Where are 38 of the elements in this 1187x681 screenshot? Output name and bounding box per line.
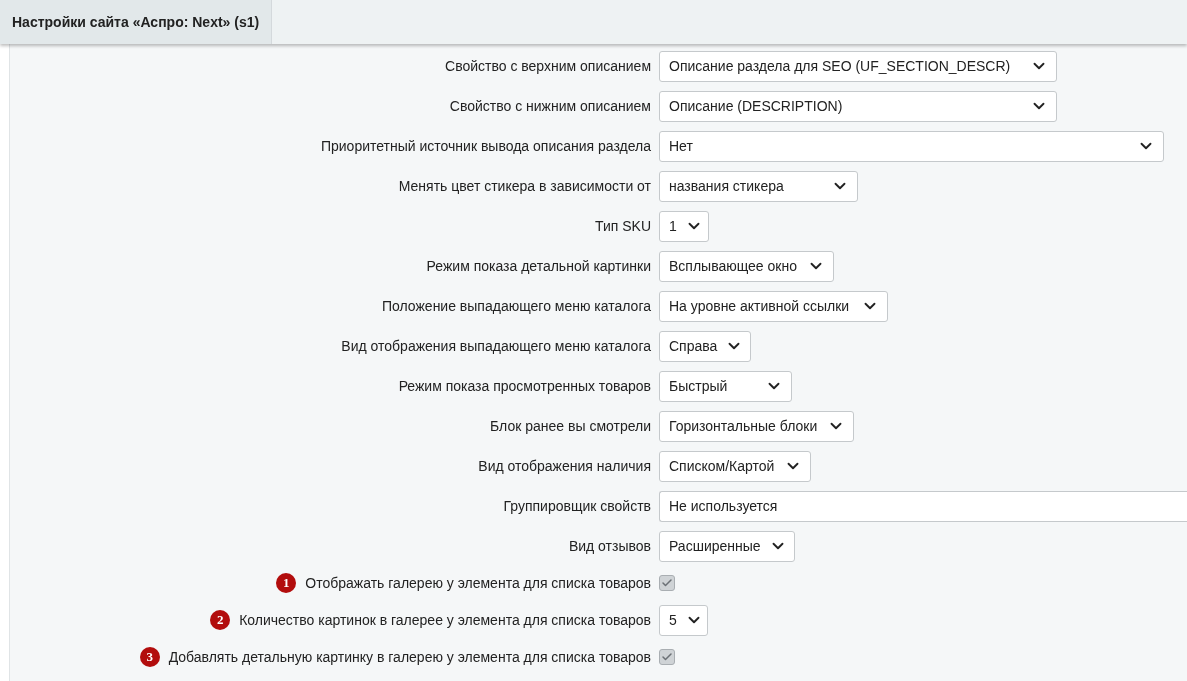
field-label: Режим показа просмотренных товаров <box>398 376 651 396</box>
checkmark-icon <box>661 577 673 589</box>
field-label: Вид отзывов <box>568 536 651 556</box>
field-label: Положение выпадающего меню каталога <box>382 296 651 316</box>
dropdown[interactable]: 5 <box>659 604 708 636</box>
checkmark-icon <box>661 651 673 663</box>
field-label: Вид отображения выпадающего меню каталога <box>341 336 651 356</box>
number-badge: 1 <box>276 573 297 593</box>
dropdown[interactable]: Списком/Картой <box>659 450 811 482</box>
dropdown[interactable]: Описание раздела для SEO (UF_SECTION_DESCR) <box>659 50 1057 82</box>
number-badge: 2 <box>210 610 231 630</box>
field-label: Блок ранее вы смотрели <box>490 416 651 436</box>
settings-tab[interactable]: Настройки сайта «Аспро: Next» (s1) <box>0 0 273 44</box>
dropdown[interactable]: Быстрый <box>659 370 792 402</box>
dropdown[interactable]: Расширенные <box>659 530 795 562</box>
field-label: Добавлять детальную картинку в галерею у элемента для списка товаров <box>168 647 651 667</box>
field-label: Режим показа детальной картинки <box>426 256 651 276</box>
field-label: Количество картинок в галерее у элемента для списка товаров <box>239 610 651 630</box>
field-label: Тип SKU <box>595 216 651 236</box>
dropdown[interactable]: На уровне активной ссылки <box>659 290 888 322</box>
field-label: Приоритетный источник вывода описания раздела <box>320 136 651 156</box>
field-label: Менять цвет стикера в зависимости от <box>398 176 651 196</box>
dropdown[interactable]: названия стикера <box>659 170 858 202</box>
dropdown[interactable]: Справа <box>659 330 751 362</box>
number-badge: 3 <box>139 647 160 667</box>
checkbox[interactable] <box>659 649 675 665</box>
text-field[interactable]: Не используется <box>659 490 1187 522</box>
field-label: Свойство с нижним описанием <box>449 96 651 116</box>
dropdown[interactable]: Нет <box>659 130 1164 162</box>
dropdown[interactable]: Описание (DESCRIPTION) <box>659 90 1057 122</box>
field-label: Группировщик свойств <box>503 496 651 516</box>
dropdown[interactable]: Горизонтальные блоки <box>659 410 854 442</box>
dropdown[interactable]: Всплывающее окно <box>659 250 834 282</box>
dropdown[interactable]: 1 <box>659 210 709 242</box>
checkbox[interactable] <box>659 575 675 591</box>
field-label: Отображать галерею у элемента для списка товаров <box>305 573 651 593</box>
field-label: Свойство с верхним описанием <box>445 56 651 76</box>
field-label: Вид отображения наличия <box>478 456 651 476</box>
